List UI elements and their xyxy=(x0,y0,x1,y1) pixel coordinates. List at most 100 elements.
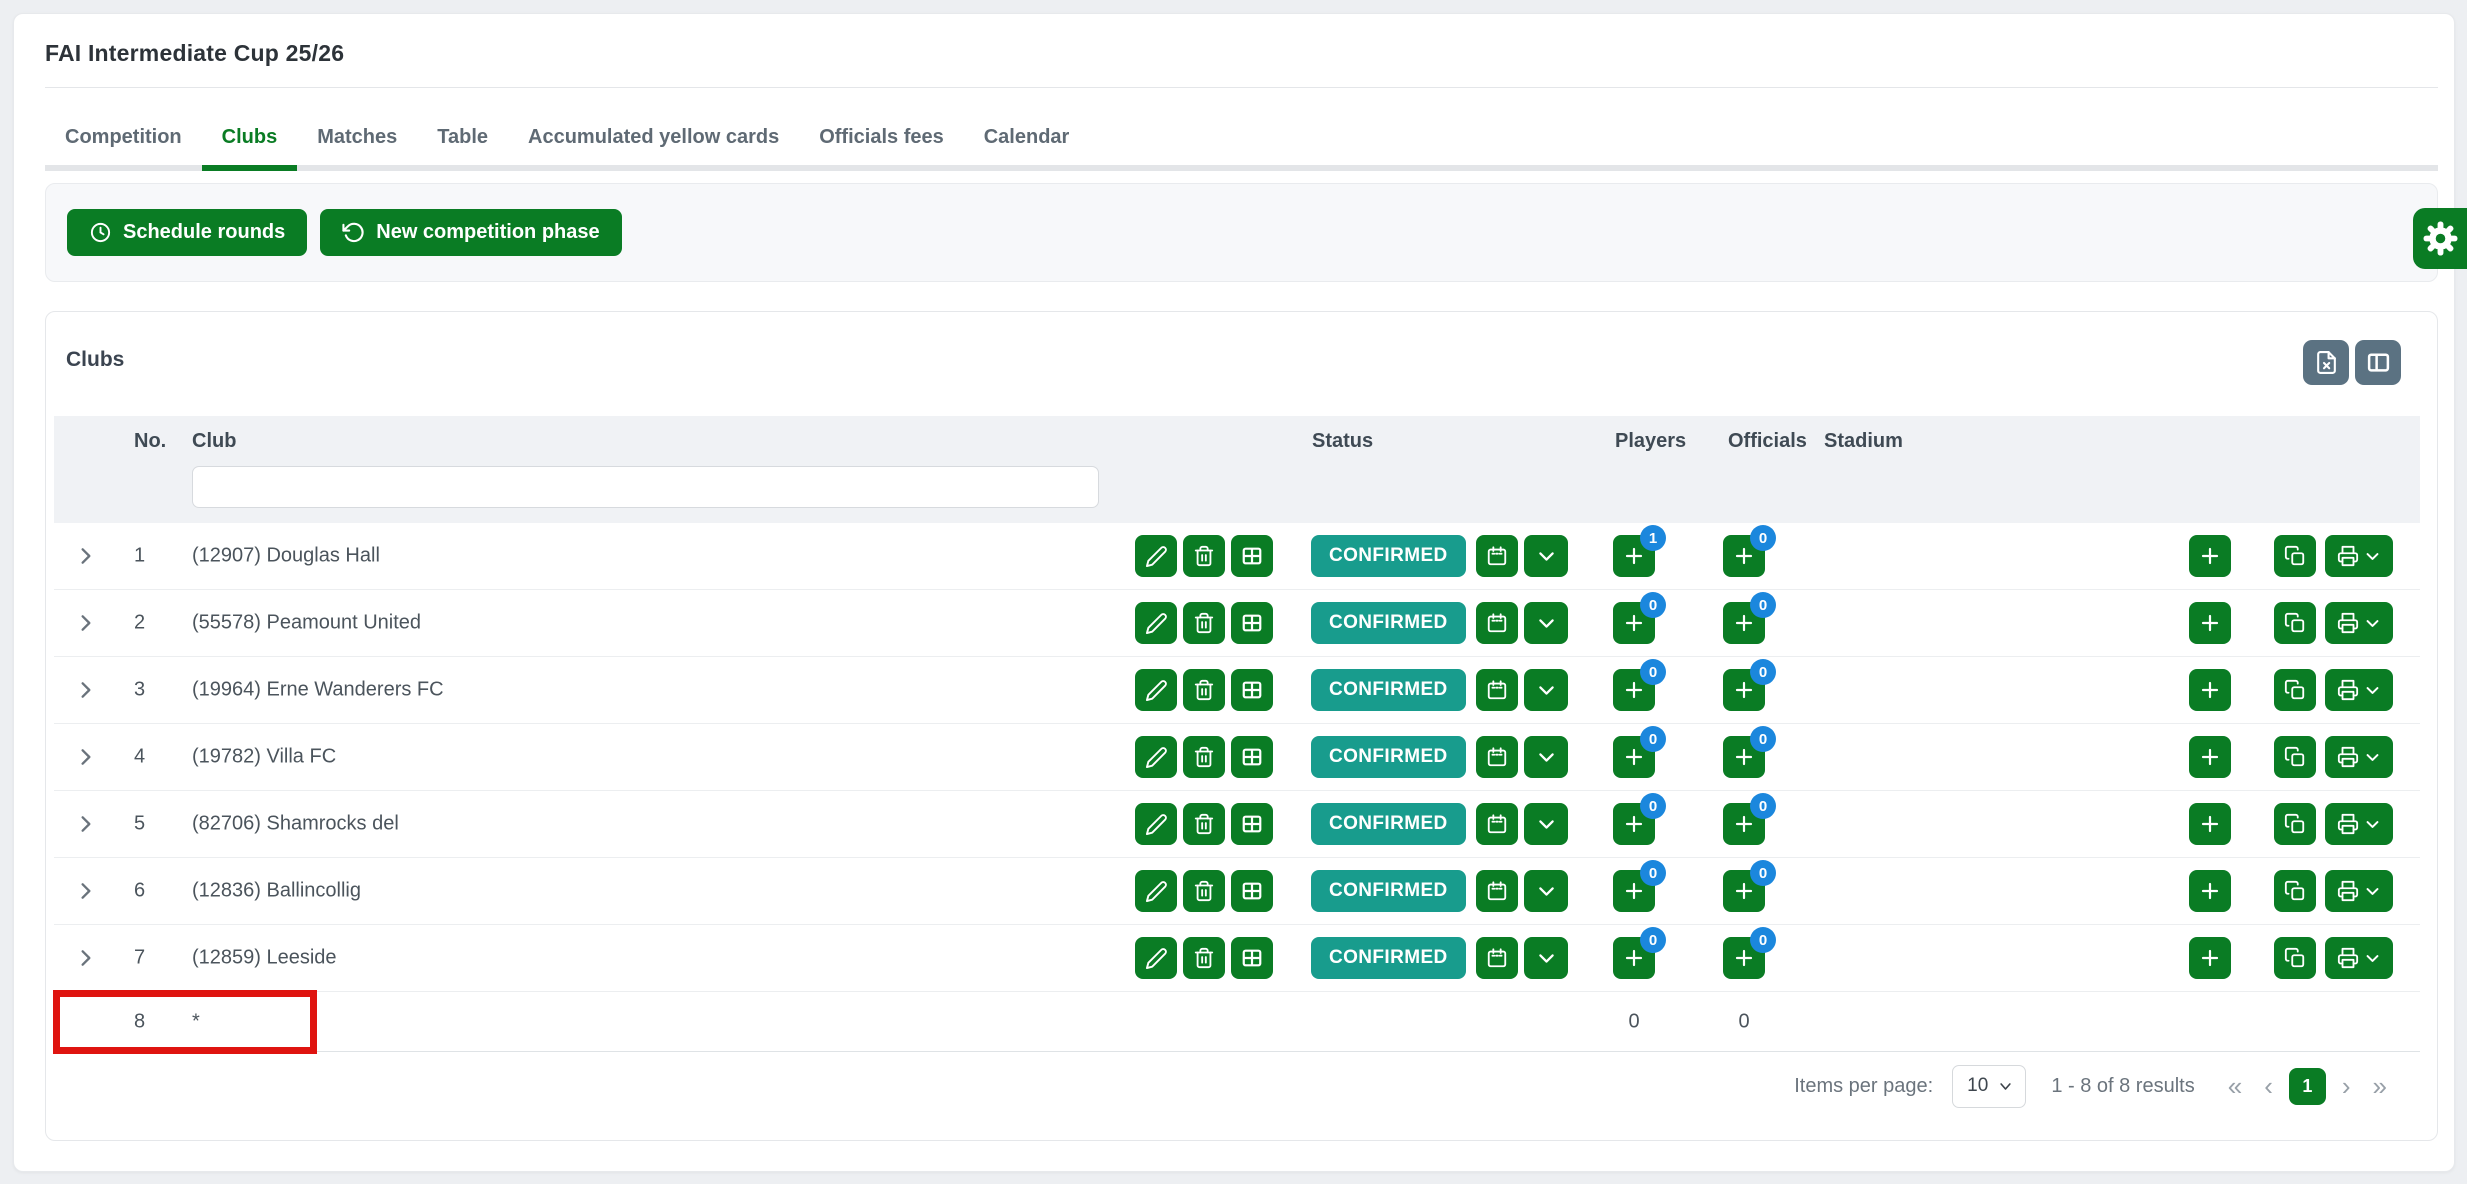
club-calendar-button[interactable] xyxy=(1476,535,1518,577)
previous-page-button[interactable]: ‹ xyxy=(2258,1073,2279,1099)
tab-clubs[interactable]: Clubs xyxy=(202,110,298,165)
edit-club-button[interactable] xyxy=(1135,669,1177,711)
tab-matches[interactable]: Matches xyxy=(297,110,417,165)
status-dropdown-button[interactable] xyxy=(1524,602,1568,644)
expand-row-chevron-icon[interactable] xyxy=(74,612,97,635)
edit-club-button[interactable] xyxy=(1135,870,1177,912)
delete-club-button[interactable] xyxy=(1183,669,1225,711)
players-count-badge: 0 xyxy=(1640,659,1666,685)
add-official-button[interactable]: 0 xyxy=(1723,870,1765,912)
club-table-button[interactable] xyxy=(1231,937,1273,979)
add-player-button[interactable]: 1 xyxy=(1613,535,1655,577)
copy-club-button[interactable] xyxy=(2274,736,2316,778)
expand-row-chevron-icon[interactable] xyxy=(74,880,97,903)
club-table-button[interactable] xyxy=(1231,669,1273,711)
expand-row-chevron-icon[interactable] xyxy=(74,947,97,970)
club-table-button[interactable] xyxy=(1231,803,1273,845)
add-player-button[interactable]: 0 xyxy=(1613,602,1655,644)
delete-club-button[interactable] xyxy=(1183,736,1225,778)
copy-club-button[interactable] xyxy=(2274,602,2316,644)
column-settings-button[interactable] xyxy=(2355,340,2401,385)
next-page-button[interactable]: › xyxy=(2336,1073,2357,1099)
club-calendar-button[interactable] xyxy=(1476,669,1518,711)
add-player-button[interactable]: 0 xyxy=(1613,870,1655,912)
first-page-button[interactable]: « xyxy=(2222,1073,2248,1099)
add-player-button[interactable]: 0 xyxy=(1613,736,1655,778)
expand-row-chevron-icon[interactable] xyxy=(74,746,97,769)
edit-club-button[interactable] xyxy=(1135,937,1177,979)
club-calendar-button[interactable] xyxy=(1476,736,1518,778)
copy-club-button[interactable] xyxy=(2274,870,2316,912)
tab-competition[interactable]: Competition xyxy=(45,110,202,165)
print-club-button[interactable] xyxy=(2325,602,2393,644)
add-official-button[interactable]: 0 xyxy=(1723,803,1765,845)
club-table-button[interactable] xyxy=(1231,535,1273,577)
copy-club-button[interactable] xyxy=(2274,669,2316,711)
print-club-button[interactable] xyxy=(2325,669,2393,711)
new-competition-phase-button[interactable]: New competition phase xyxy=(320,209,621,256)
clubs-panel: Clubs xyxy=(45,311,2438,1141)
add-stadium-button[interactable] xyxy=(2189,669,2231,711)
add-official-button[interactable]: 0 xyxy=(1723,669,1765,711)
column-header-players: Players xyxy=(1615,430,1686,453)
club-calendar-button[interactable] xyxy=(1476,602,1518,644)
expand-row-chevron-icon[interactable] xyxy=(74,545,97,568)
copy-club-button[interactable] xyxy=(2274,535,2316,577)
status-dropdown-button[interactable] xyxy=(1524,736,1568,778)
page-size-select[interactable]: 10 xyxy=(1952,1065,2026,1108)
add-stadium-button[interactable] xyxy=(2189,736,2231,778)
club-calendar-button[interactable] xyxy=(1476,870,1518,912)
add-stadium-button[interactable] xyxy=(2189,535,2231,577)
add-official-button[interactable]: 0 xyxy=(1723,602,1765,644)
print-club-button[interactable] xyxy=(2325,736,2393,778)
tab-calendar[interactable]: Calendar xyxy=(964,110,1090,165)
delete-club-button[interactable] xyxy=(1183,535,1225,577)
status-dropdown-button[interactable] xyxy=(1524,535,1568,577)
delete-club-button[interactable] xyxy=(1183,937,1225,979)
add-player-button[interactable]: 0 xyxy=(1613,669,1655,711)
add-player-button[interactable]: 0 xyxy=(1613,937,1655,979)
add-player-button[interactable]: 0 xyxy=(1613,803,1655,845)
status-dropdown-button[interactable] xyxy=(1524,669,1568,711)
edit-club-button[interactable] xyxy=(1135,535,1177,577)
edit-club-button[interactable] xyxy=(1135,803,1177,845)
status-dropdown-button[interactable] xyxy=(1524,803,1568,845)
edit-club-button[interactable] xyxy=(1135,602,1177,644)
add-stadium-button[interactable] xyxy=(2189,803,2231,845)
tab-table[interactable]: Table xyxy=(417,110,508,165)
status-dropdown-button[interactable] xyxy=(1524,937,1568,979)
edit-club-button[interactable] xyxy=(1135,736,1177,778)
club-table-button[interactable] xyxy=(1231,602,1273,644)
status-dropdown-button[interactable] xyxy=(1524,870,1568,912)
last-page-button[interactable]: » xyxy=(2367,1073,2393,1099)
settings-button[interactable] xyxy=(2413,208,2467,269)
delete-club-button[interactable] xyxy=(1183,870,1225,912)
export-excel-button[interactable] xyxy=(2303,340,2349,385)
add-official-button[interactable]: 0 xyxy=(1723,535,1765,577)
club-table-button[interactable] xyxy=(1231,870,1273,912)
add-stadium-button[interactable] xyxy=(2189,937,2231,979)
delete-club-button[interactable] xyxy=(1183,602,1225,644)
delete-club-button[interactable] xyxy=(1183,803,1225,845)
copy-club-button[interactable] xyxy=(2274,937,2316,979)
club-calendar-button[interactable] xyxy=(1476,937,1518,979)
print-club-button[interactable] xyxy=(2325,803,2393,845)
tab-accumulated-yellow-cards[interactable]: Accumulated yellow cards xyxy=(508,110,799,165)
print-club-button[interactable] xyxy=(2325,870,2393,912)
print-club-button[interactable] xyxy=(2325,535,2393,577)
add-official-button[interactable]: 0 xyxy=(1723,937,1765,979)
club-filter-input[interactable] xyxy=(192,466,1099,508)
row-number: 8 xyxy=(134,1010,145,1033)
add-stadium-button[interactable] xyxy=(2189,870,2231,912)
club-table-button[interactable] xyxy=(1231,736,1273,778)
expand-row-chevron-icon[interactable] xyxy=(74,679,97,702)
copy-club-button[interactable] xyxy=(2274,803,2316,845)
add-official-button[interactable]: 0 xyxy=(1723,736,1765,778)
expand-row-chevron-icon[interactable] xyxy=(74,813,97,836)
tab-officials-fees[interactable]: Officials fees xyxy=(799,110,964,165)
schedule-rounds-button[interactable]: Schedule rounds xyxy=(67,209,307,256)
current-page-button[interactable]: 1 xyxy=(2289,1068,2326,1105)
add-stadium-button[interactable] xyxy=(2189,602,2231,644)
print-club-button[interactable] xyxy=(2325,937,2393,979)
club-calendar-button[interactable] xyxy=(1476,803,1518,845)
